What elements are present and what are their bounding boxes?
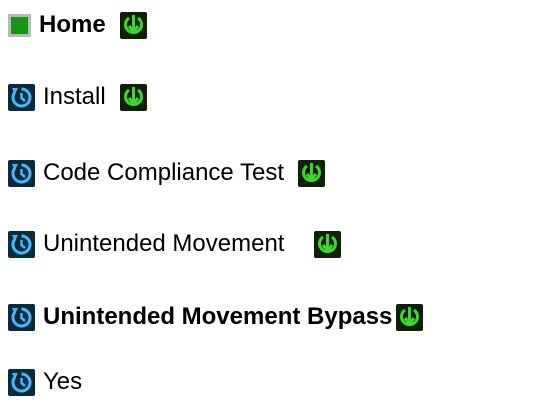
menu-item-code-compliance-test[interactable]: Code Compliance Test	[8, 153, 326, 193]
refresh-icon	[8, 83, 35, 111]
down-arrow-icon[interactable]	[119, 83, 147, 111]
refresh-icon	[8, 368, 35, 396]
refresh-icon	[8, 159, 35, 187]
menu-item-label: Unintended Movement	[43, 230, 285, 257]
menu-item-label: Home	[39, 11, 106, 38]
down-arrow-icon[interactable]	[396, 303, 424, 331]
menu-item-home[interactable]: Home	[8, 5, 147, 45]
menu-item-label: Unintended Movement Bypass	[43, 303, 393, 330]
refresh-icon	[8, 230, 35, 258]
menu-item-yes[interactable]: Yes	[8, 362, 82, 402]
menu-item-label: Yes	[43, 368, 83, 395]
menu-item-label: Code Compliance Test	[43, 159, 285, 186]
refresh-icon	[8, 303, 35, 331]
home-square-icon	[8, 13, 31, 37]
menu-item-label: Install	[43, 83, 106, 110]
down-arrow-icon[interactable]	[298, 159, 326, 187]
down-arrow-icon[interactable]	[119, 11, 147, 39]
menu-item-install[interactable]: Install	[8, 77, 147, 117]
menu-item-unintended-movement-bypass[interactable]: Unintended Movement Bypass	[8, 297, 424, 337]
menu-item-unintended-movement[interactable]: Unintended Movement	[8, 224, 342, 264]
down-arrow-icon[interactable]	[314, 230, 342, 258]
